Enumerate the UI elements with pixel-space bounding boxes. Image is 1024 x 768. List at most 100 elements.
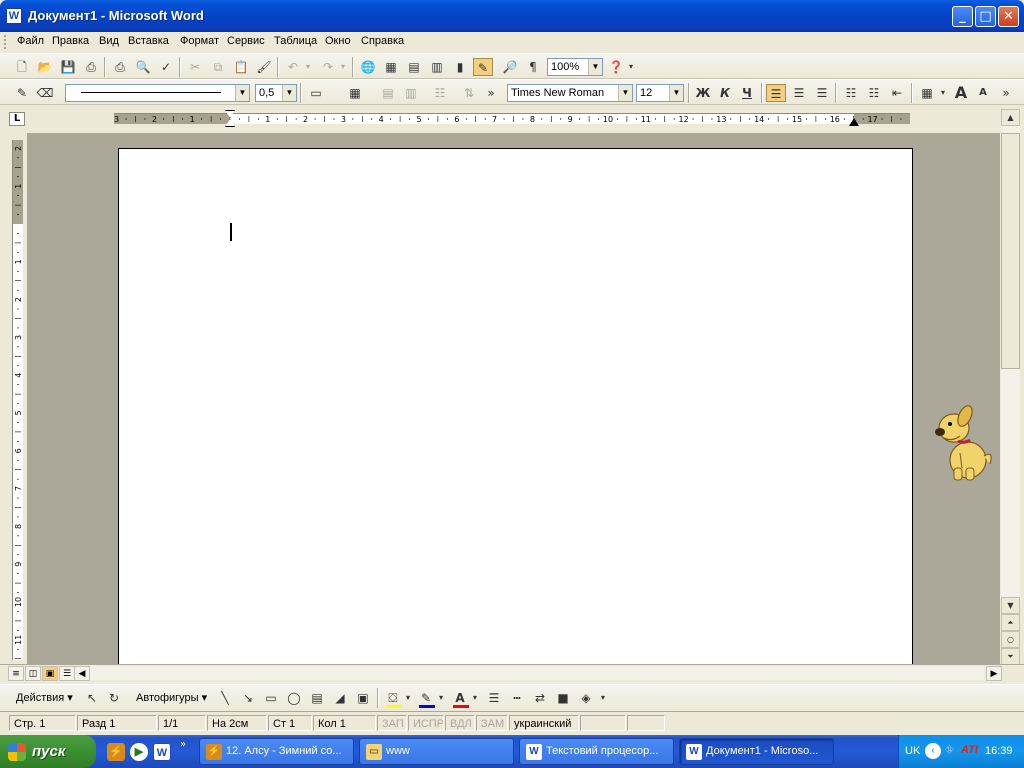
redo-icon[interactable]: ↷ <box>318 58 338 76</box>
3d-style-icon[interactable]: ◈ <box>576 689 596 707</box>
start-button[interactable]: пуск <box>0 735 96 768</box>
chevron-down-icon[interactable]: ▾ <box>938 84 948 102</box>
line-weight-combo[interactable]: 0,5 ▼ <box>255 84 297 102</box>
rectangle-tool-icon[interactable]: ▭ <box>261 689 281 707</box>
spelling-icon[interactable]: ✓ <box>156 58 176 76</box>
menu-tools[interactable]: Сервис <box>227 35 265 47</box>
draw-actions-menu[interactable]: Действия ▾ <box>16 691 73 704</box>
distribute-icon[interactable]: ⇅ <box>459 84 479 102</box>
normal-view-icon[interactable]: ≡ <box>8 666 24 681</box>
quicklaunch-more-icon[interactable]: » <box>180 739 186 750</box>
minimize-button[interactable]: _ <box>952 6 973 27</box>
font-name-combo[interactable]: Times New Roman ▼ <box>507 84 633 102</box>
menu-view[interactable]: Вид <box>99 35 119 47</box>
align-center-icon[interactable]: ☰ <box>789 84 809 102</box>
align-icon[interactable]: ☷ <box>430 84 450 102</box>
chevron-down-icon[interactable]: ▼ <box>618 85 632 101</box>
task-winamp[interactable]: ⚡ 12. Алсу - Зимний со... <box>199 738 354 765</box>
tables-borders-icon[interactable]: ▦ <box>381 58 401 76</box>
open-folder-icon[interactable]: 📂 <box>35 58 55 76</box>
new-document-icon[interactable]: 🗋 <box>12 58 32 76</box>
scroll-up-button[interactable]: ▲ <box>1001 109 1020 126</box>
draw-table-pencil-icon[interactable]: ✎ <box>12 84 32 102</box>
oval-tool-icon[interactable]: ◯ <box>284 689 304 707</box>
menu-insert[interactable]: Вставка <box>128 35 169 47</box>
chevron-down-icon[interactable]: ▾ <box>436 689 446 707</box>
toolbar-options-icon[interactable]: ▾ <box>626 58 636 76</box>
close-button[interactable]: ✕ <box>998 6 1019 27</box>
chevron-down-icon[interactable]: ▼ <box>235 85 249 101</box>
redo-dropdown-icon[interactable]: ▾ <box>338 58 348 76</box>
toolbar-options-icon[interactable]: » <box>1000 84 1012 102</box>
task-folder-www[interactable]: ▭ www <box>359 738 514 765</box>
ati-tray-icon[interactable]: ATI <box>961 744 978 756</box>
cut-icon[interactable]: ✂ <box>185 58 205 76</box>
status-track-changes[interactable]: ИСПР <box>408 715 444 731</box>
document-map-icon[interactable]: 🔎 <box>500 58 520 76</box>
chevron-down-icon[interactable]: ▼ <box>588 59 602 75</box>
previous-page-icon[interactable]: ⏶ <box>1001 614 1020 631</box>
undo-icon[interactable]: ↶ <box>283 58 303 76</box>
format-painter-icon[interactable]: 🖌 <box>254 58 274 76</box>
task-word-doc[interactable]: W Текстовий процесор... <box>519 738 674 765</box>
italic-button[interactable]: К <box>715 84 735 102</box>
permission-icon[interactable]: ⎙ <box>81 58 101 76</box>
status-overtype[interactable]: ЗАМ <box>476 715 508 731</box>
print-preview-icon[interactable]: 🔍 <box>133 58 153 76</box>
shrink-font-button[interactable]: A <box>973 84 993 102</box>
menu-help[interactable]: Справка <box>361 35 404 47</box>
chevron-down-icon[interactable]: ▼ <box>669 85 683 101</box>
decrease-indent-icon[interactable]: ⇤ <box>887 84 907 102</box>
zoom-combo[interactable]: 100% ▼ <box>547 58 603 76</box>
status-extend[interactable]: ВДЛ <box>445 715 475 731</box>
web-layout-icon[interactable]: ◫ <box>25 666 41 681</box>
toolbar-grip[interactable] <box>4 35 8 49</box>
hyperlink-icon[interactable]: 🌐 <box>358 58 378 76</box>
eraser-icon[interactable]: ⌫ <box>35 84 55 102</box>
select-objects-icon[interactable]: ↖ <box>82 689 102 707</box>
textbox-tool-icon[interactable]: ▤ <box>307 689 327 707</box>
border-color-icon[interactable]: ▭ <box>306 84 326 102</box>
vertical-ruler[interactable]: 2 1 1 2 3 4 5 6 7 8 9 10 11 <box>12 140 23 660</box>
print-icon[interactable]: ⎙ <box>110 58 130 76</box>
clipart-icon[interactable]: ▣ <box>353 689 373 707</box>
insert-table-icon[interactable]: ▤ <box>404 58 424 76</box>
show-hide-icon[interactable]: ¶ <box>523 58 543 76</box>
help-icon[interactable]: ❓ <box>606 58 626 76</box>
line-tool-icon[interactable]: ╲ <box>215 689 235 707</box>
toolbar-options-icon[interactable]: » <box>485 84 497 102</box>
select-browse-object-icon[interactable]: ○ <box>1001 631 1020 648</box>
vertical-scroll-thumb[interactable] <box>1001 133 1020 369</box>
dash-style-icon[interactable]: ┅ <box>507 689 527 707</box>
word-app-icon[interactable]: W <box>6 8 22 24</box>
status-record-macro[interactable]: ЗАП <box>377 715 407 731</box>
outline-view-icon[interactable]: ☰ <box>59 666 75 681</box>
wordart-icon[interactable]: ◢ <box>330 689 350 707</box>
columns-icon[interactable]: ▮ <box>450 58 470 76</box>
copy-icon[interactable]: ⧉ <box>208 58 228 76</box>
language-indicator[interactable]: UK <box>905 745 920 757</box>
vertical-scrollbar[interactable]: ▲ ▼ ⏶ ○ ⏷ <box>1001 109 1020 665</box>
menu-format[interactable]: Формат <box>180 35 219 47</box>
undo-dropdown-icon[interactable]: ▾ <box>303 58 313 76</box>
underline-button[interactable]: Ч <box>737 84 757 102</box>
drawing-icon[interactable]: ✎ <box>473 58 493 76</box>
task-word-document1[interactable]: W Документ1 - Microso... <box>679 738 834 765</box>
maximize-button[interactable]: □ <box>975 6 996 27</box>
scroll-right-button[interactable]: ▶ <box>986 666 1002 681</box>
status-language[interactable]: украинский <box>509 715 579 731</box>
print-layout-icon[interactable]: ▣ <box>42 666 58 681</box>
next-page-icon[interactable]: ⏷ <box>1001 648 1020 665</box>
outside-border-icon[interactable]: ▦ <box>345 84 365 102</box>
arrow-style-icon[interactable]: ⇄ <box>530 689 550 707</box>
chevron-down-icon[interactable]: ▼ <box>282 85 296 101</box>
justify-icon[interactable]: ☰ <box>812 84 832 102</box>
document-page[interactable] <box>118 148 913 664</box>
paste-icon[interactable]: 📋 <box>231 58 251 76</box>
toolbar-options-icon[interactable]: ▾ <box>598 689 608 707</box>
shadow-style-icon[interactable]: ■ <box>553 689 573 707</box>
chevron-down-icon[interactable]: ▾ <box>470 689 480 707</box>
numbering-icon[interactable]: ☷ <box>841 84 861 102</box>
horizontal-ruler[interactable]: 3 2 1 1 2 3 4 5 6 7 8 9 10 11 12 13 14 15 16 17 <box>114 110 910 127</box>
network-icon[interactable]: ⛗ <box>945 744 954 757</box>
